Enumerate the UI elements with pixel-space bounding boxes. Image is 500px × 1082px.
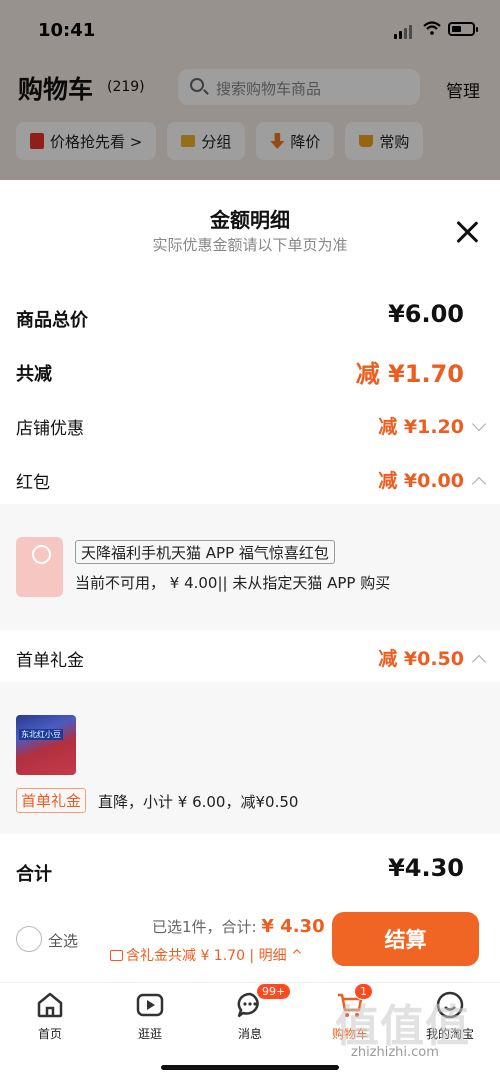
chevron-up-icon bbox=[471, 654, 487, 670]
selected-summary: 已选1件，合计: ¥ 4.30 bbox=[152, 916, 325, 937]
red-packet-note: 当前不可用， ¥ 4.00|| 未从指定天猫 APP 购买 bbox=[75, 574, 391, 592]
row-shop-discount[interactable]: 店铺优惠 减 ¥1.20 bbox=[16, 410, 487, 444]
home-indicator bbox=[161, 1065, 339, 1070]
red-packet-panel: 天降福利手机天猫 APP 福气惊喜红包 当前不可用， ¥ 4.00|| 未从指定… bbox=[0, 504, 500, 630]
home-icon bbox=[37, 992, 63, 1018]
close-icon[interactable] bbox=[456, 220, 480, 244]
gift-note: 直降，小计 ¥ 6.00，减¥0.50 bbox=[98, 793, 299, 811]
discount-detail-link[interactable]: 含礼金共减 ¥ 1.70 | 明细 ^ bbox=[110, 945, 303, 965]
row-red-packet[interactable]: 红包 减 ¥0.00 bbox=[16, 464, 487, 498]
chevron-up-icon bbox=[471, 476, 487, 492]
tab-browse[interactable]: 逛逛 bbox=[100, 983, 200, 1053]
row-first-order-gift[interactable]: 首单礼金 减 ¥0.50 bbox=[16, 642, 487, 676]
sheet-subtitle: 实际优惠金额请以下单页为准 bbox=[152, 236, 348, 254]
tab-home[interactable]: 首页 bbox=[0, 983, 100, 1053]
row-total-price: 商品总价 ¥6.00 bbox=[16, 300, 464, 331]
checkout-button[interactable]: 结算 bbox=[332, 912, 479, 966]
ticket-icon bbox=[110, 950, 123, 961]
tab-messages[interactable]: 99+ 消息 bbox=[200, 983, 300, 1053]
select-all-label[interactable]: 全选 bbox=[48, 930, 78, 951]
selected-total-price: ¥ 4.30 bbox=[261, 916, 325, 937]
row-sum: 合计 ¥4.30 bbox=[16, 854, 464, 885]
product-thumbnail-label: 东北红小豆 bbox=[19, 729, 63, 740]
row-total-reduce: 共减 减 ¥1.70 bbox=[16, 360, 464, 388]
red-envelope-icon bbox=[16, 537, 63, 597]
red-packet-tag: 天降福利手机天猫 APP 福气惊喜红包 bbox=[75, 540, 335, 564]
sheet-title: 金额明细 bbox=[210, 208, 290, 232]
gift-panel: 东北红小豆 首单礼金 直降，小计 ¥ 6.00，减¥0.50 bbox=[0, 682, 500, 834]
select-all-checkbox[interactable] bbox=[16, 926, 42, 952]
product-thumbnail[interactable]: 东北红小豆 bbox=[16, 715, 76, 775]
gift-tag: 首单礼金 bbox=[16, 788, 87, 813]
play-icon bbox=[136, 993, 164, 1017]
messages-badge: 99+ bbox=[256, 983, 292, 1000]
overlay-dim[interactable] bbox=[0, 0, 500, 180]
chevron-down-icon bbox=[471, 416, 487, 432]
watermark-url: zhizhizhi.com bbox=[351, 1045, 439, 1060]
